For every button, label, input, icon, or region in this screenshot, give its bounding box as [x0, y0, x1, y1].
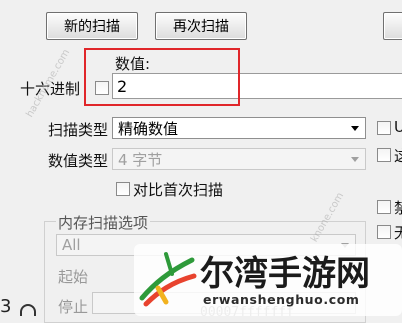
option-label-3: 禁: [394, 199, 402, 217]
site-logo-url: erwanshenghuo.com: [203, 292, 360, 307]
compare-first-label: 对比首次扫描: [133, 181, 224, 199]
option-checkbox-2[interactable]: [377, 148, 391, 162]
scan-type-value: 精确数值: [118, 119, 179, 138]
scan-type-label: 扫描类型: [48, 121, 109, 139]
chevron-down-icon: [351, 126, 359, 131]
partial-digit-icon: 3: [0, 296, 12, 317]
value-type-select[interactable]: 4 字节: [112, 148, 366, 170]
option-label-2: 这: [394, 147, 402, 165]
memory-options-title: 内存扫描选项: [56, 212, 151, 233]
scan-type-select[interactable]: 精确数值: [112, 117, 366, 139]
value-type-value: 4 字节: [118, 150, 163, 169]
value-type-label: 数值类型: [48, 152, 109, 170]
stop-label: 停止: [58, 298, 89, 316]
chevron-down-icon: [351, 157, 359, 162]
option-checkbox-1[interactable]: [377, 121, 391, 135]
start-label: 起始: [58, 268, 89, 286]
site-logo-icon: [139, 252, 197, 307]
option-label-4: 无: [394, 224, 402, 242]
highlight-box: [84, 48, 240, 106]
undo-scan-button[interactable]: [383, 12, 402, 40]
new-scan-label: 新的扫描: [64, 19, 120, 35]
site-logo-title: 尔湾手游网: [200, 254, 370, 294]
memory-region-value: All: [62, 236, 81, 254]
option-label-1: U: [394, 118, 402, 136]
option-checkbox-4[interactable]: [377, 225, 391, 239]
option-checkbox-3[interactable]: [377, 200, 391, 214]
next-scan-label: 再次扫描: [173, 19, 229, 35]
next-scan-button[interactable]: 再次扫描: [155, 12, 247, 40]
lock-icon: [20, 304, 36, 316]
new-scan-button[interactable]: 新的扫描: [46, 12, 138, 40]
compare-first-checkbox[interactable]: [116, 182, 130, 196]
